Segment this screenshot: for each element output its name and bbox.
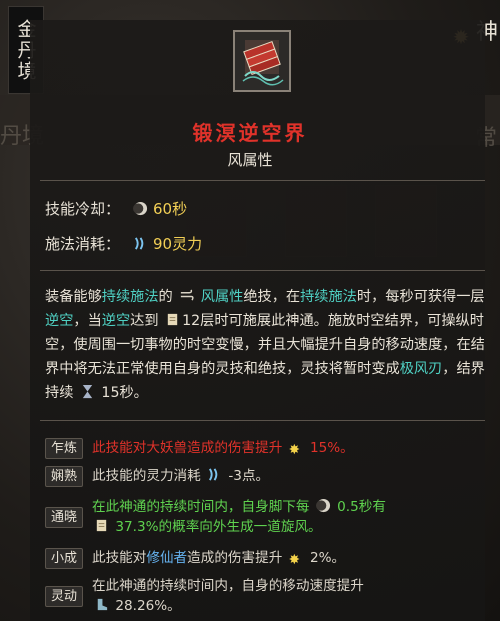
passive-text: 在此神通的持续时间内，自身的移动速度提升 28.26%。 [92, 576, 487, 616]
skill-name: 锻溟逆空界 [192, 121, 308, 145]
description-text: 绝技，在 [243, 289, 301, 305]
passive-value: 0.5秒有 [337, 499, 386, 515]
passive-text: 在此神通的持续时间内，自身脚下每 0.5秒有 37.3%的概率向外生成一道旋风。 [92, 497, 487, 537]
passive-row: 灵动 在此神通的持续时间内，自身的移动速度提升 28.26%。 [45, 576, 485, 620]
divider [40, 180, 485, 181]
keyword-cultivator: 修仙者 [146, 550, 188, 566]
description-text: 的 [158, 289, 173, 305]
burst-icon: ✸ [288, 442, 301, 458]
passive-value: 15%。 [309, 440, 354, 456]
scroll-stack-icon [167, 313, 178, 326]
divider [40, 420, 485, 421]
cost-row: 施法消耗： 90灵力 [45, 233, 202, 254]
passive-text-span: 此技能对 [92, 550, 147, 566]
passive-row: 小成 此技能对修仙者造成的伤害提升 ✸ 2%。 [45, 548, 485, 570]
passive-text-span: 在此神通的持续时间内，自身脚下每 [92, 499, 310, 515]
cost-value: 90灵力 [153, 235, 203, 253]
keyword-wind: 风属性 [200, 289, 244, 305]
wind-icon [181, 289, 194, 301]
passive-text: 此技能对修仙者造成的伤害提升 ✸ 2%。 [92, 548, 487, 568]
description-text: 15秒。 [101, 385, 148, 401]
cooldown-label: 技能冷却： [45, 200, 121, 218]
passive-value: -3点。 [228, 468, 270, 484]
cooldown-value: 60秒 [153, 200, 188, 218]
passive-value: 28.26%。 [115, 598, 181, 614]
passive-row: 通晓 在此神通的持续时间内，自身脚下每 0.5秒有 37.3%的概率向外生成一道… [45, 497, 485, 541]
keyword-reverse-space: 逆空 [45, 313, 74, 329]
passive-badge: 小成 [45, 548, 83, 569]
hourglass-icon [82, 384, 93, 399]
keyword-channeling: 持续施法 [300, 289, 357, 305]
passive-value: 2%。 [309, 550, 346, 566]
passive-badge: 娴熟 [45, 466, 83, 487]
passive-text-span: 此技能的灵力消耗 [92, 468, 201, 484]
skill-description: 装备能够持续施法的 风属性绝技，在持续施法时，每秒可获得一层逆空，当逆空达到 1… [45, 285, 485, 405]
description-text: ，当 [73, 313, 102, 329]
boot-icon [97, 598, 108, 611]
keyword-reverse-space: 逆空 [101, 313, 131, 329]
burst-icon: ✸ [288, 552, 301, 568]
scroll-stack-icon [96, 519, 107, 532]
description-text: 时，每秒可获得一层 [356, 289, 485, 305]
divider [40, 270, 485, 271]
spirit-icon [131, 235, 149, 253]
passive-value: 37.3%的概率向外生成一道旋风。 [115, 519, 322, 535]
skill-element: 风属性 [227, 151, 273, 169]
passive-text-span: 在此神通的持续时间内，自身的移动速度提升 [92, 578, 364, 594]
spirit-icon [209, 468, 218, 481]
passive-row: 乍炼 此技能对大妖兽造成的伤害提升 ✸ 15%。 [45, 438, 485, 460]
description-text: 装备能够 [45, 289, 102, 305]
passive-row: 娴熟 此技能的灵力消耗 -3点。 [45, 466, 485, 488]
cost-label: 施法消耗： [45, 235, 121, 253]
keyword-wind-blade: 极风刃 [399, 361, 443, 377]
passive-text-span: 造成的伤害提升 [187, 550, 283, 566]
keyword-channeling: 持续施法 [101, 289, 159, 305]
passive-badge: 灵动 [45, 586, 83, 607]
passive-text: 此技能对大妖兽造成的伤害提升 ✸ 15%。 [92, 438, 487, 458]
passive-badge: 乍炼 [45, 438, 83, 459]
passive-badge: 通晓 [45, 507, 83, 528]
moon-icon [131, 200, 149, 218]
passive-text: 此技能的灵力消耗 -3点。 [92, 466, 487, 486]
description-text: 达到 [130, 313, 159, 329]
scroll-icon [233, 30, 291, 92]
moon-icon [315, 498, 330, 513]
passive-text-span: 此技能对大妖兽造成的伤害提升 [92, 440, 283, 456]
cooldown-row: 技能冷却： 60秒 [45, 198, 187, 219]
